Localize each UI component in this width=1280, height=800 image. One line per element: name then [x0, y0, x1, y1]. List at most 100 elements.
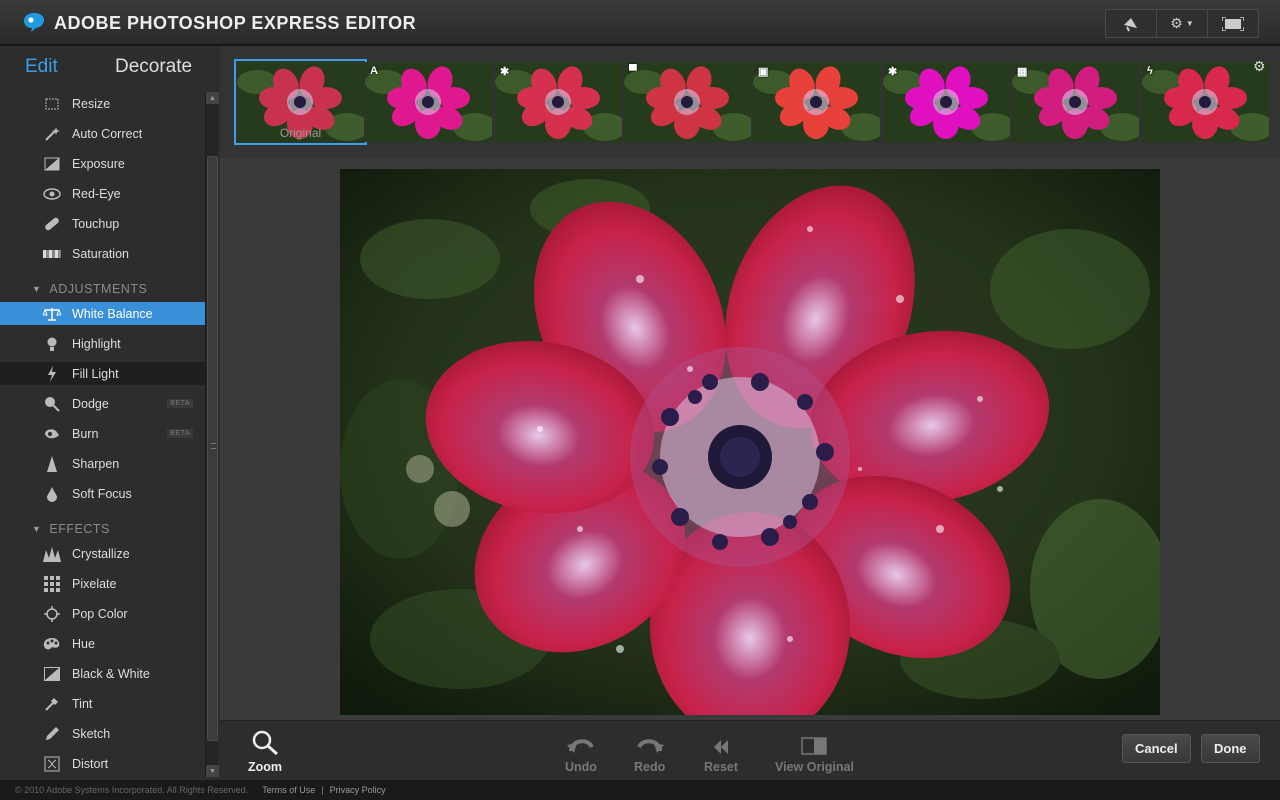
collapse-triangle-icon: ▼ [32, 284, 42, 294]
tool-label: Sharpen [72, 456, 120, 471]
tool-exposure[interactable]: Exposure [0, 152, 205, 175]
eye-icon [42, 186, 62, 202]
tool-soft-focus[interactable]: Soft Focus [0, 482, 205, 505]
tool-crystallize[interactable]: Crystallize [0, 542, 205, 565]
section-effects[interactable]: ▼ EFFECTS [32, 522, 110, 536]
tool-auto-correct[interactable]: Auto Correct [0, 122, 205, 145]
sharpen-icon [42, 455, 62, 472]
tab-edit[interactable]: Edit [25, 56, 58, 78]
tool-red-eye[interactable]: Red-Eye [0, 182, 205, 205]
tool-label: Hue [72, 636, 95, 651]
preset-thumbnail[interactable]: ✱ [495, 62, 622, 142]
distort-icon [42, 756, 62, 772]
tool-highlight[interactable]: Highlight [0, 332, 205, 355]
resize-icon [42, 96, 62, 112]
dropper-icon [42, 696, 62, 712]
tool-burn[interactable]: Burn BETA [0, 422, 205, 445]
preset-thumbnail[interactable]: ▦ [1012, 62, 1139, 142]
thumbnail-image [753, 62, 880, 142]
section-adjustments[interactable]: ▼ ADJUSTMENTS [32, 282, 147, 296]
fullscreen-button[interactable] [1208, 10, 1258, 37]
title-bar: ADOBE PHOTOSHOP EXPRESS EDITOR ⚙ ▼ [0, 0, 1280, 45]
preset-thumbnail[interactable]: Original [234, 59, 367, 145]
tool-tint[interactable]: Tint [0, 692, 205, 715]
undo-button[interactable]: Undo [565, 729, 597, 774]
announcements-button[interactable] [1106, 10, 1157, 37]
wand-icon [42, 126, 62, 142]
preset-type-icon: ✱ [500, 66, 510, 78]
image-canvas-area [220, 158, 1280, 720]
settings-dropdown-button[interactable]: ⚙ ▼ [1157, 10, 1208, 37]
preset-thumbnail[interactable]: ✱ [883, 62, 1010, 142]
tool-fill-light[interactable]: Fill Light [0, 362, 205, 385]
tool-panel: Edit Decorate Resize Auto Correct Exposu… [0, 46, 220, 780]
tool-label: Highlight [72, 336, 121, 351]
thumbnail-image [365, 62, 492, 142]
app-title: ADOBE PHOTOSHOP EXPRESS EDITOR [54, 13, 417, 33]
tool-label: White Balance [72, 306, 153, 321]
undo-label: Undo [565, 760, 597, 774]
scroll-down-button[interactable]: ▼ [206, 765, 219, 777]
scales-icon [42, 306, 62, 322]
terms-of-use-link[interactable]: Terms of Use [262, 785, 315, 795]
tool-pop-color[interactable]: Pop Color [0, 602, 205, 625]
tool-distort[interactable]: Distort [0, 752, 205, 775]
reset-button[interactable]: Reset [704, 729, 738, 774]
saturation-icon [42, 246, 62, 262]
tool-label: Pop Color [72, 606, 128, 621]
tool-panel-scrollbar[interactable]: ▲ ▼ [205, 92, 219, 777]
tool-resize[interactable]: Resize [0, 92, 205, 115]
thumbnail-image [1012, 62, 1139, 142]
dodge-icon [42, 396, 62, 412]
tool-label: Saturation [72, 246, 129, 261]
pencil-icon [42, 726, 62, 742]
view-original-button[interactable]: View Original [775, 729, 854, 774]
tool-pixelate[interactable]: Pixelate [0, 572, 205, 595]
strip-settings-gear-icon[interactable]: ⚙ [1253, 58, 1266, 75]
tool-label: Distort [72, 756, 109, 771]
tool-touchup[interactable]: Touchup [0, 212, 205, 235]
main-photo[interactable] [340, 169, 1160, 715]
tool-label: Tint [72, 696, 93, 711]
reset-label: Reset [704, 760, 739, 774]
view-original-label: View Original [775, 760, 854, 774]
compare-icon [801, 729, 828, 755]
preset-thumbnail[interactable]: ϟ [1142, 62, 1269, 142]
zoom-button[interactable]: Zoom [248, 729, 282, 774]
tool-hue[interactable]: Hue [0, 632, 205, 655]
footer: © 2010 Adobe Systems Incorporated. All R… [0, 780, 1280, 800]
tool-label: Red-Eye [72, 186, 121, 201]
tool-label: Touchup [72, 216, 120, 231]
photoshop-express-logo-icon [24, 13, 44, 32]
tool-label: Auto Correct [72, 126, 143, 141]
tool-sketch[interactable]: Sketch [0, 722, 205, 745]
thumbnail-label: Original [279, 126, 322, 140]
privacy-policy-link[interactable]: Privacy Policy [330, 785, 386, 795]
tool-dodge[interactable]: Dodge BETA [0, 392, 205, 415]
tool-black-white[interactable]: Black & White [0, 662, 205, 685]
scroll-up-button[interactable]: ▲ [206, 92, 219, 104]
footer-separator: | [321, 785, 324, 795]
thumbnail-image [495, 62, 622, 142]
tool-label: Burn [72, 426, 99, 441]
palette-icon [42, 636, 62, 652]
beta-badge: BETA [167, 429, 193, 438]
preset-type-icon: ▣ [758, 66, 769, 78]
copyright-text: © 2010 Adobe Systems Incorporated. All R… [15, 785, 249, 795]
target-icon [42, 605, 62, 622]
redo-button[interactable]: Redo [634, 729, 665, 774]
preset-thumbnail-strip: Original A ✱ ▀ ▣ ✱ ▦ ϟ [220, 46, 1280, 158]
scroll-thumb[interactable] [207, 156, 218, 741]
bolt-icon [42, 365, 62, 382]
preset-thumbnail[interactable]: ▀ [624, 62, 751, 142]
preset-thumbnail[interactable]: A [365, 62, 492, 142]
tab-decorate[interactable]: Decorate [115, 56, 192, 78]
tool-label: Fill Light [72, 366, 119, 381]
preset-thumbnail[interactable]: ▣ [753, 62, 880, 142]
tool-saturation[interactable]: Saturation [0, 242, 205, 265]
tool-sharpen[interactable]: Sharpen [0, 452, 205, 475]
cancel-button[interactable]: Cancel [1122, 734, 1191, 763]
crystal-icon [42, 546, 62, 562]
tool-white-balance[interactable]: White Balance [0, 302, 205, 325]
done-button[interactable]: Done [1201, 734, 1260, 763]
